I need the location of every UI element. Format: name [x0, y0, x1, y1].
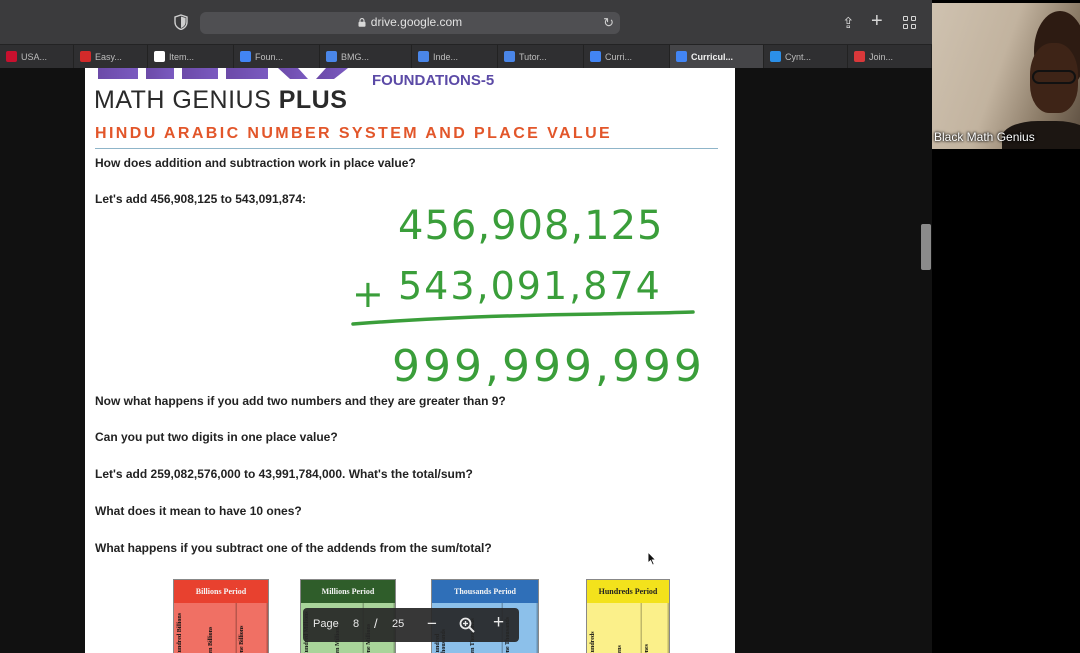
place-value-chart-0: Billions Period Hundred Billions Ten Billi… [173, 579, 269, 653]
tab-3[interactable]: Foun... [234, 45, 320, 69]
lock-icon [358, 18, 366, 27]
new-tab-button[interactable]: + [871, 10, 883, 33]
screen: drive.google.com ↻ ⇪ + USA... Easy... Item… [0, 0, 1080, 653]
place-value-column: Tens [613, 603, 642, 653]
tab-5[interactable]: Inde... [412, 45, 498, 69]
tab-favicon-icon [770, 51, 781, 62]
mouse-cursor-icon [647, 551, 657, 566]
tab-label: USA... [21, 52, 48, 62]
tab-label: Curri... [605, 52, 632, 62]
page-label: Page [313, 618, 339, 630]
tab-favicon-icon [418, 51, 429, 62]
question-7: What happens if you subtract one of the … [95, 541, 492, 555]
tab-label: Inde... [433, 52, 459, 62]
tab-1[interactable]: Easy... [74, 45, 148, 69]
title-divider [95, 148, 718, 149]
tab-6[interactable]: Tutor... [498, 45, 584, 69]
tab-label: Curricul... [691, 52, 734, 62]
tab-label: Easy... [95, 52, 122, 62]
tab-label: Foun... [255, 52, 284, 62]
tab-4[interactable]: BMG... [320, 45, 412, 69]
question-5: Let's add 259,082,576,000 to 43,991,784,… [95, 467, 473, 481]
privacy-shield-icon[interactable] [174, 14, 188, 30]
period-title: Millions Period [301, 580, 395, 603]
document-page: MATH GENIUS PLUS FOUNDATIONS-5 HINDU ARA… [85, 68, 735, 653]
tab-favicon-icon [240, 51, 251, 62]
question-3: Now what happens if you add two numbers … [95, 394, 506, 408]
period-title: Thousands Period [432, 580, 538, 603]
zoom-icon[interactable] [459, 617, 475, 633]
logo-math-genius-plus: MATH GENIUS PLUS [94, 86, 348, 114]
question-2: Let's add 456,908,125 to 543,091,874: [95, 192, 306, 206]
zoom-out-button[interactable]: − [427, 614, 437, 634]
scrollbar-thumb[interactable] [921, 224, 931, 270]
zoom-in-button[interactable]: + [493, 612, 504, 634]
lesson-code: FOUNDATIONS-5 [372, 72, 495, 89]
tab-label: Cynt... [785, 52, 812, 62]
place-value-column: Hundred Billions [177, 612, 183, 653]
tab-favicon-icon [6, 51, 17, 62]
period-title: Billions Period [174, 580, 268, 603]
tab-favicon-icon [854, 51, 865, 62]
handwritten-sum-line [351, 310, 695, 326]
page-number-input[interactable]: 8 [353, 618, 359, 630]
handwritten-addend-2: 543,091,874 [398, 264, 662, 308]
tab-7[interactable]: Curri... [584, 45, 670, 69]
tab-favicon-icon [590, 51, 601, 62]
tab-strip: USA... Easy... Item... Foun... BMG... Inde...… [0, 44, 932, 69]
participant-glasses [1032, 70, 1076, 84]
tab-8[interactable]: Curricul... [670, 45, 764, 69]
page-navigator: Page 8 / 25 − + [303, 608, 519, 642]
handwritten-plus-sign: + [352, 272, 384, 316]
tab-label: Item... [169, 52, 195, 62]
tab-0[interactable]: USA... [0, 45, 74, 69]
video-panel: Black Math Genius [932, 0, 1080, 653]
tab-2[interactable]: Item... [148, 45, 234, 69]
place-value-chart-3: Hundreds Period Hundreds Tens Ones [586, 579, 670, 653]
url-text: drive.google.com [370, 15, 463, 29]
question-4: Can you put two digits in one place valu… [95, 430, 338, 444]
tab-overview-icon[interactable] [903, 16, 916, 29]
place-value-column: One Billions [236, 603, 269, 653]
place-value-column: Ones [641, 603, 670, 653]
page-separator: / [374, 616, 378, 631]
handwritten-sum: 999,999,999 [392, 341, 700, 392]
handwritten-addend-1: 456,908,125 [398, 203, 663, 249]
place-value-column: Hundreds [590, 631, 596, 653]
participant-video-tile[interactable]: Black Math Genius [932, 3, 1080, 149]
browser-toolbar: drive.google.com ↻ ⇪ + [0, 0, 932, 44]
tab-label: BMG... [341, 52, 370, 62]
page-total: 25 [392, 618, 405, 630]
logo-black-wordmark [98, 68, 348, 79]
participant-name: Black Math Genius [934, 130, 1035, 144]
address-bar[interactable]: drive.google.com ↻ [200, 12, 620, 34]
tab-10[interactable]: Join... [848, 45, 932, 69]
tab-label: Join... [869, 52, 894, 62]
tab-label: Tutor... [519, 52, 547, 62]
handwritten-addition: 456,908,125 + 543,091,874 999,999,999 [351, 203, 700, 392]
tab-favicon-icon [676, 51, 687, 62]
period-title: Hundreds Period [587, 580, 669, 603]
place-value-column: Ten Billions [204, 603, 237, 653]
tab-favicon-icon [326, 51, 337, 62]
page-title: HINDU ARABIC NUMBER SYSTEM AND PLACE VAL… [95, 125, 613, 142]
question-1: How does addition and subtraction work i… [95, 156, 416, 170]
tab-9[interactable]: Cynt... [764, 45, 848, 69]
tab-favicon-icon [154, 51, 165, 62]
tab-favicon-icon [80, 51, 91, 62]
question-6: What does it mean to have 10 ones? [95, 504, 302, 518]
reload-icon[interactable]: ↻ [603, 15, 614, 31]
share-icon[interactable]: ⇪ [842, 14, 855, 32]
url-display: drive.google.com [200, 15, 620, 29]
tab-favicon-icon [504, 51, 515, 62]
